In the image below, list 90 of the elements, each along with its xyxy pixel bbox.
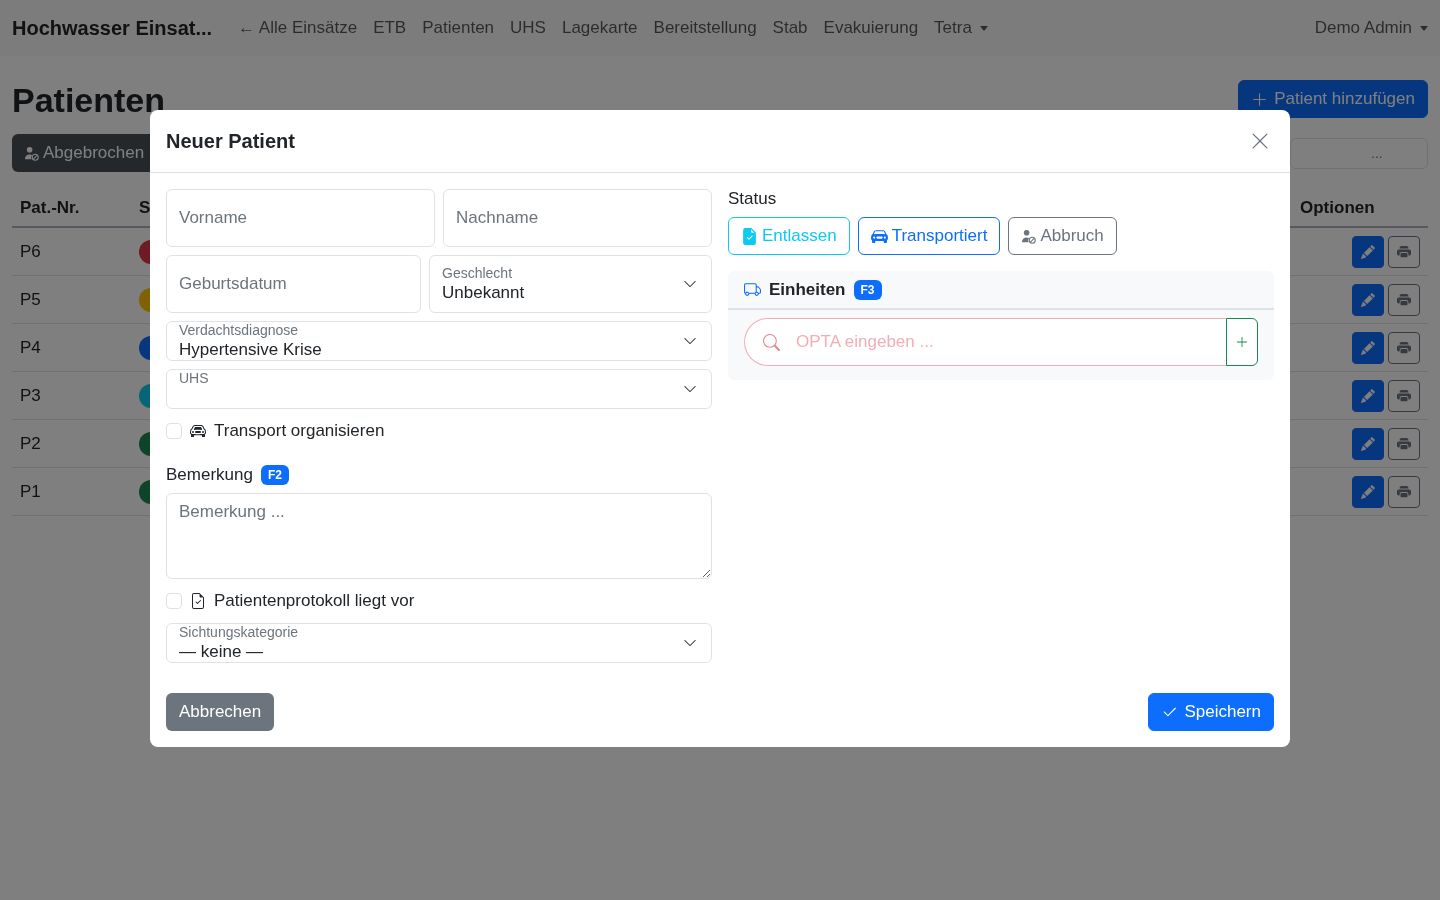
search-field[interactable]: ... [1290,137,1428,169]
card-title: Einheiten [769,279,846,300]
pencil-icon [1361,484,1375,499]
pencil-icon [1361,292,1375,307]
dialog-title: Neuer Patient [166,129,295,153]
cancel-button[interactable]: Abbrechen [166,693,275,731]
text-field[interactable]: Vorname [166,189,435,247]
search-icon [763,333,780,351]
table-cell-text: P4 [19,337,42,358]
print-button[interactable] [1388,475,1420,508]
edit-button[interactable] [1352,283,1384,316]
save-button[interactable]: Speichern [1148,693,1274,731]
edit-button[interactable] [1352,235,1384,268]
nav-link[interactable]: UHS [510,18,546,38]
printer-icon [1397,244,1411,259]
table-cell-text: P3 [19,385,42,406]
status-label: Status [728,189,777,208]
printer-icon [1397,436,1411,451]
text-field[interactable]: Nachname [443,189,712,247]
person-slash-icon [1021,228,1037,244]
shortcut-badge: F3 [853,279,882,300]
unit-search-field[interactable]: OPTA eingeben ... [744,318,1226,366]
edit-button[interactable] [1352,475,1384,508]
field-label: Verdachtsdiagnose [179,322,300,338]
column-header: S [139,198,151,218]
nav-link[interactable]: Lagekarte [561,18,638,38]
nav-link[interactable]: Patienten [422,18,495,38]
print-button[interactable] [1388,427,1420,460]
nav-link[interactable]: Tetra [934,18,988,38]
field-label: Bemerkung [166,465,253,485]
truck-icon [744,281,761,298]
field-value: Hypertensive Krise [179,340,323,360]
checkbox-label: Patientenprotokoll liegt vor [214,591,415,611]
document-check-icon [741,227,758,245]
remark-field[interactable]: Bemerkung ... [166,493,712,579]
print-button[interactable] [1388,235,1420,268]
nav-link[interactable]: ← Alle Einsätze [238,18,358,38]
document-check-icon [190,593,206,609]
person-slash-icon [24,145,39,161]
add-patient-button[interactable]: Patient hinzufügen [1238,80,1428,118]
edit-button[interactable] [1352,331,1384,364]
table-cell-text: P2 [19,433,42,454]
table-cell-text: P6 [19,241,42,262]
field-value: — keine — [179,642,265,662]
select-field[interactable]: UHS [166,369,712,409]
car-icon [190,423,206,439]
printer-icon [1397,388,1411,403]
edit-button[interactable] [1352,427,1384,460]
car-icon [870,227,888,245]
pencil-icon [1361,388,1375,403]
print-button[interactable] [1388,331,1420,364]
checkbox-label: Transport organisieren [214,421,385,441]
opta-input[interactable]: OPTA eingeben ... [794,331,1226,353]
edit-button[interactable] [1352,379,1384,412]
pencil-icon [1361,436,1375,451]
checkbox[interactable] [166,423,182,439]
pencil-icon [1361,340,1375,355]
select-field[interactable]: Sichtungskategorie — keine — [166,623,712,663]
user-menu[interactable]: Demo Admin [1314,18,1428,38]
print-button[interactable] [1388,379,1420,412]
nav-link[interactable]: Stab [772,18,808,38]
plus-icon [1251,90,1269,108]
printer-icon [1397,484,1411,499]
add-unit-button[interactable] [1226,318,1258,366]
nav-link[interactable]: Bereitstellung [653,18,757,38]
select-field[interactable]: Geschlecht Unbekannt [429,255,712,313]
field-label: UHS [179,370,210,386]
select-field[interactable]: Verdachtsdiagnose Hypertensive Krise [166,321,712,361]
field-label: Geschlecht [442,265,514,281]
status-button[interactable]: Abbruch [1008,217,1117,255]
column-header: Optionen [1299,198,1376,218]
nav-link[interactable]: Evakuierung [823,18,919,38]
text-field[interactable]: Geburtsdatum [166,255,421,313]
status-button[interactable]: Entlassen [728,217,850,255]
printer-icon [1397,292,1411,307]
nav-link[interactable]: ETB [373,18,407,38]
table-cell-text: P1 [19,481,42,502]
close-icon [1250,131,1270,151]
field-value: Unbekannt [442,283,526,303]
field-label: Sichtungskategorie [179,624,300,640]
table-cell-text: P5 [19,289,42,310]
column-header: Pat.-Nr. [19,198,81,218]
checkbox[interactable] [166,593,182,609]
status-button[interactable]: Transportiert [857,217,1001,255]
page-title: Patienten [12,80,166,120]
app-title: Hochwasser Einsat... [12,16,213,40]
print-button[interactable] [1388,283,1420,316]
pencil-icon [1361,244,1375,259]
shortcut-badge: F2 [260,465,289,485]
printer-icon [1397,340,1411,355]
